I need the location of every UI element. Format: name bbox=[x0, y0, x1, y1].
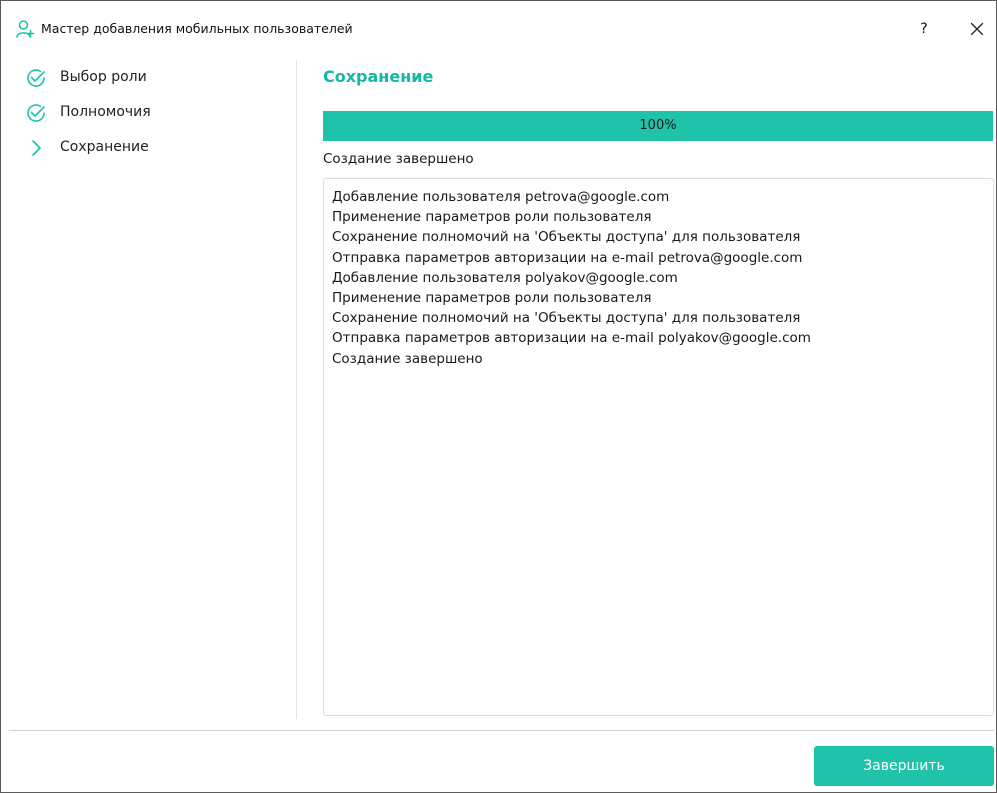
chevron-right-icon bbox=[32, 140, 41, 156]
help-button[interactable]: ? bbox=[910, 15, 938, 43]
log-line: Отправка параметров авторизации на e-mai… bbox=[332, 249, 803, 266]
wizard-steps: Выбор роли Полномочия Сохранение bbox=[1, 57, 296, 719]
steps-divider bbox=[296, 60, 297, 719]
check-circle-icon bbox=[27, 69, 45, 87]
finish-button[interactable]: Завершить bbox=[814, 746, 994, 786]
step-label: Полномочия bbox=[60, 104, 151, 120]
check-circle-icon bbox=[27, 104, 45, 122]
footer-divider bbox=[9, 730, 994, 731]
step-label: Сохранение bbox=[60, 139, 149, 155]
step-saving[interactable]: Сохранение bbox=[25, 135, 285, 161]
user-add-icon bbox=[16, 20, 35, 38]
log-line: Применение параметров роли пользователя bbox=[332, 290, 652, 307]
status-label: Создание завершено bbox=[323, 151, 474, 167]
wizard-window: Мастер добавления мобильных пользователе… bbox=[0, 0, 997, 793]
log-line: Применение параметров роли пользователя bbox=[332, 209, 652, 226]
progress-label: 100% bbox=[639, 118, 677, 133]
log-line: Создание завершено bbox=[332, 350, 483, 367]
log-line: Добавление пользователя petrova@google.c… bbox=[332, 189, 670, 205]
title-bar: Мастер добавления мобильных пользователе… bbox=[1, 1, 996, 57]
step-permissions[interactable]: Полномочия bbox=[25, 100, 285, 126]
step-label: Выбор роли bbox=[60, 69, 147, 85]
log-output[interactable]: Добавление пользователя petrova@google.c… bbox=[323, 178, 994, 716]
close-icon[interactable] bbox=[963, 15, 991, 43]
progress-bar: 100% bbox=[323, 111, 993, 141]
window-title: Мастер добавления мобильных пользователе… bbox=[41, 21, 353, 36]
step-role-selection[interactable]: Выбор роли bbox=[25, 65, 285, 91]
log-line: Сохранение полномочий на 'Объекты доступ… bbox=[332, 310, 801, 327]
log-line: Добавление пользователя polyakov@google.… bbox=[332, 269, 678, 286]
log-line: Отправка параметров авторизации на e-mai… bbox=[332, 330, 811, 347]
section-title: Сохранение bbox=[323, 67, 434, 86]
log-line: Сохранение полномочий на 'Объекты доступ… bbox=[332, 229, 801, 246]
